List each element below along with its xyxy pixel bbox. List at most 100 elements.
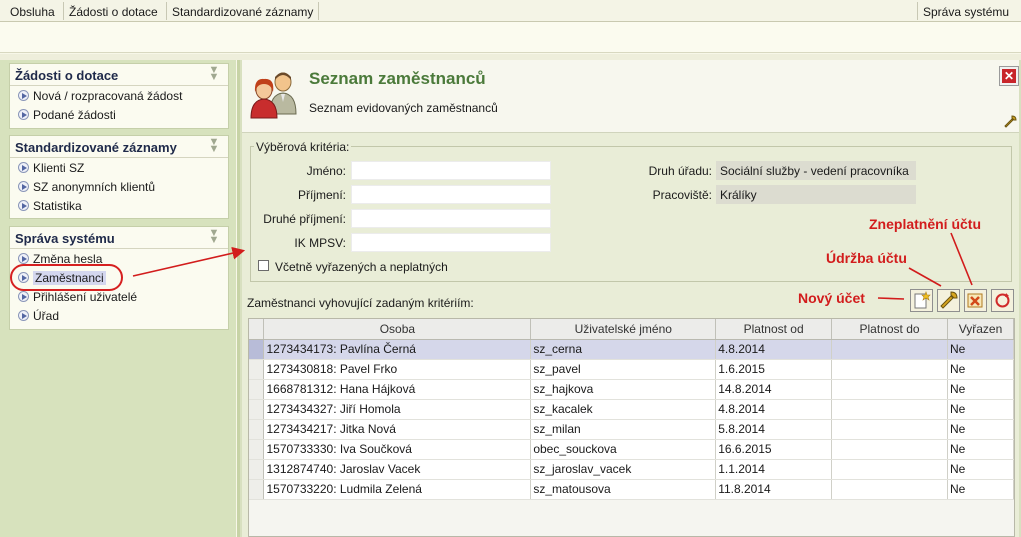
cell-platnost-do: [831, 479, 948, 500]
sidebar-section-title[interactable]: Správa systému ▼ ▼: [10, 227, 228, 249]
row-selector[interactable]: [249, 339, 265, 360]
bullet-arrow-icon: [18, 181, 29, 192]
column-header-osoba[interactable]: Osoba: [263, 319, 532, 340]
table-header-row: Osoba Uživatelské jméno Platnost od Plat…: [249, 319, 1015, 340]
label-prijmeni: Příjmení:: [297, 188, 346, 202]
close-icon: ✕: [1002, 69, 1016, 83]
cell-vyrazen: Ne: [947, 419, 1015, 440]
cell-platnost-od: 14.8.2014: [715, 379, 833, 400]
include-discarded-label[interactable]: Včetně vyřazených a neplatných: [275, 260, 448, 274]
employees-icon: [250, 72, 297, 119]
row-selector[interactable]: [249, 459, 265, 480]
main-content: Seznam zaměstnanců Seznam evidovaných za…: [242, 60, 1019, 537]
cell-osoba: 1273430818: Pavel Frko: [263, 359, 532, 380]
table-row[interactable]: 1273434173: Pavlína Černá sz_cerna 4.8.201…: [249, 339, 1015, 360]
sidebar-item-label: Přihlášení uživatelé: [33, 290, 138, 304]
label-pracoviste: Pracoviště:: [652, 188, 712, 202]
invalidate-account-button[interactable]: [964, 289, 987, 312]
annotation-new-account: Nový účet: [798, 290, 865, 306]
table-row[interactable]: 1570733220: Ludmila Zelená sz_matousova 11…: [249, 479, 1015, 500]
sidebar-section-title[interactable]: Standardizované záznamy ▼ ▼: [10, 136, 228, 158]
sidebar-section-title-text: Správa systému: [15, 231, 115, 246]
cell-osoba: 1312874740: Jaroslav Vacek: [263, 459, 532, 480]
sidebar-item-label: SZ anonymních klientů: [33, 180, 156, 194]
row-selector-header: [249, 319, 265, 340]
cell-platnost-od: 4.8.2014: [715, 339, 833, 360]
refresh-button[interactable]: [991, 289, 1014, 312]
cell-uzivatelske-jmeno: sz_cerna: [530, 339, 717, 360]
row-selector[interactable]: [249, 479, 265, 500]
sidebar-item-label: Podané žádosti: [33, 108, 116, 122]
row-selector[interactable]: [249, 439, 265, 460]
label-ikmpsv: IK MPSV:: [294, 236, 346, 250]
cell-platnost-od: 11.8.2014: [715, 479, 833, 500]
row-selector[interactable]: [249, 399, 265, 420]
cell-vyrazen: Ne: [947, 359, 1015, 380]
close-button[interactable]: ✕: [999, 66, 1019, 86]
cell-vyrazen: Ne: [947, 479, 1015, 500]
cell-uzivatelske-jmeno: sz_hajkova: [530, 379, 717, 400]
row-selector[interactable]: [249, 359, 265, 380]
cell-platnost-do: [831, 359, 948, 380]
menu-standardizovane[interactable]: Standardizované záznamy: [172, 5, 313, 19]
wrench-icon[interactable]: [1003, 115, 1017, 129]
sidebar-item-label: Nová / rozpracovaná žádost: [33, 89, 183, 103]
cell-platnost-do: [831, 419, 948, 440]
annotation-maintenance: Údržba účtu: [826, 250, 907, 266]
jmeno-input[interactable]: [351, 161, 551, 180]
table-row[interactable]: 1570733330: Iva Součková obec_souckova 16.…: [249, 439, 1015, 460]
grid-caption: Zaměstnanci vyhovující zadaným kritériím…: [247, 296, 474, 310]
table-row[interactable]: 1668781312: Hana Hájková sz_hajkova 14.8.2…: [249, 379, 1015, 400]
sidebar-item-label: Úřad: [33, 309, 60, 323]
annotation-highlight-ellipse: [10, 264, 123, 291]
bullet-arrow-icon: [18, 291, 29, 302]
ikmpsv-input[interactable]: [351, 233, 551, 252]
maintain-account-button[interactable]: [937, 289, 960, 312]
cell-osoba: 1668781312: Hana Hájková: [263, 379, 532, 400]
column-header-uzivatelske-jmeno[interactable]: Uživatelské jméno: [530, 319, 717, 340]
bullet-arrow-icon: [18, 310, 29, 321]
cell-uzivatelske-jmeno: obec_souckova: [530, 439, 717, 460]
cell-platnost-do: [831, 459, 948, 480]
menu-zadosti[interactable]: Žádosti o dotace: [69, 5, 158, 19]
sidebar-item-statistika[interactable]: Statistika: [10, 196, 228, 215]
cell-platnost-od: 5.8.2014: [715, 419, 833, 440]
include-discarded-checkbox[interactable]: [258, 260, 269, 271]
sidebar-section-zadosti: Žádosti o dotace ▼ ▼ Nová / rozpracovaná ž…: [9, 63, 229, 129]
table-row[interactable]: 1273434327: Jiří Homola sz_kacalek 4.8.201…: [249, 399, 1015, 420]
menu-obsluha[interactable]: Obsluha: [10, 5, 55, 19]
collapse-chevron-icon[interactable]: ▼ ▼: [207, 137, 221, 155]
cell-uzivatelske-jmeno: sz_pavel: [530, 359, 717, 380]
collapse-chevron-icon[interactable]: ▼ ▼: [207, 228, 221, 246]
sidebar-item-klienti-sz[interactable]: Klienti SZ: [10, 158, 228, 177]
menu-sprava[interactable]: Správa systému: [923, 5, 1009, 19]
cell-uzivatelske-jmeno: sz_kacalek: [530, 399, 717, 420]
cell-platnost-od: 4.8.2014: [715, 399, 833, 420]
row-selector[interactable]: [249, 379, 265, 400]
table-row[interactable]: 1273434217: Jitka Nová sz_milan 5.8.2014 Ne: [249, 419, 1015, 440]
bullet-arrow-icon: [18, 200, 29, 211]
column-header-platnost-od[interactable]: Platnost od: [715, 319, 833, 340]
druhe-prijmeni-input[interactable]: [351, 209, 551, 228]
bullet-arrow-icon: [18, 162, 29, 173]
cell-osoba: 1273434173: Pavlína Černá: [263, 339, 532, 360]
sidebar-item-sz-anonymnich[interactable]: SZ anonymních klientů: [10, 177, 228, 196]
cell-vyrazen: Ne: [947, 439, 1015, 460]
collapse-chevron-icon[interactable]: ▼ ▼: [207, 65, 221, 83]
prijmeni-input[interactable]: [351, 185, 551, 204]
toolbar-strip: [0, 22, 1021, 53]
sidebar-item-nova-zadost[interactable]: Nová / rozpracovaná žádost: [10, 86, 228, 105]
column-header-platnost-do[interactable]: Platnost do: [831, 319, 948, 340]
sidebar-section-title[interactable]: Žádosti o dotace ▼ ▼: [10, 64, 228, 86]
cell-vyrazen: Ne: [947, 399, 1015, 420]
column-header-vyrazen[interactable]: Vyřazen: [947, 319, 1015, 340]
table-row[interactable]: 1312874740: Jaroslav Vacek sz_jaroslav_va…: [249, 459, 1015, 480]
main-panel: Seznam zaměstnanců Seznam evidovaných za…: [237, 60, 1021, 537]
new-account-button[interactable]: [910, 289, 933, 312]
bullet-arrow-icon: [18, 109, 29, 120]
label-druh-uradu: Druh úřadu:: [648, 164, 712, 178]
sidebar-item-urad[interactable]: Úřad: [10, 306, 228, 325]
sidebar-item-podane-zadosti[interactable]: Podané žádosti: [10, 105, 228, 124]
row-selector[interactable]: [249, 419, 265, 440]
table-row[interactable]: 1273430818: Pavel Frko sz_pavel 1.6.2015 Ne: [249, 359, 1015, 380]
